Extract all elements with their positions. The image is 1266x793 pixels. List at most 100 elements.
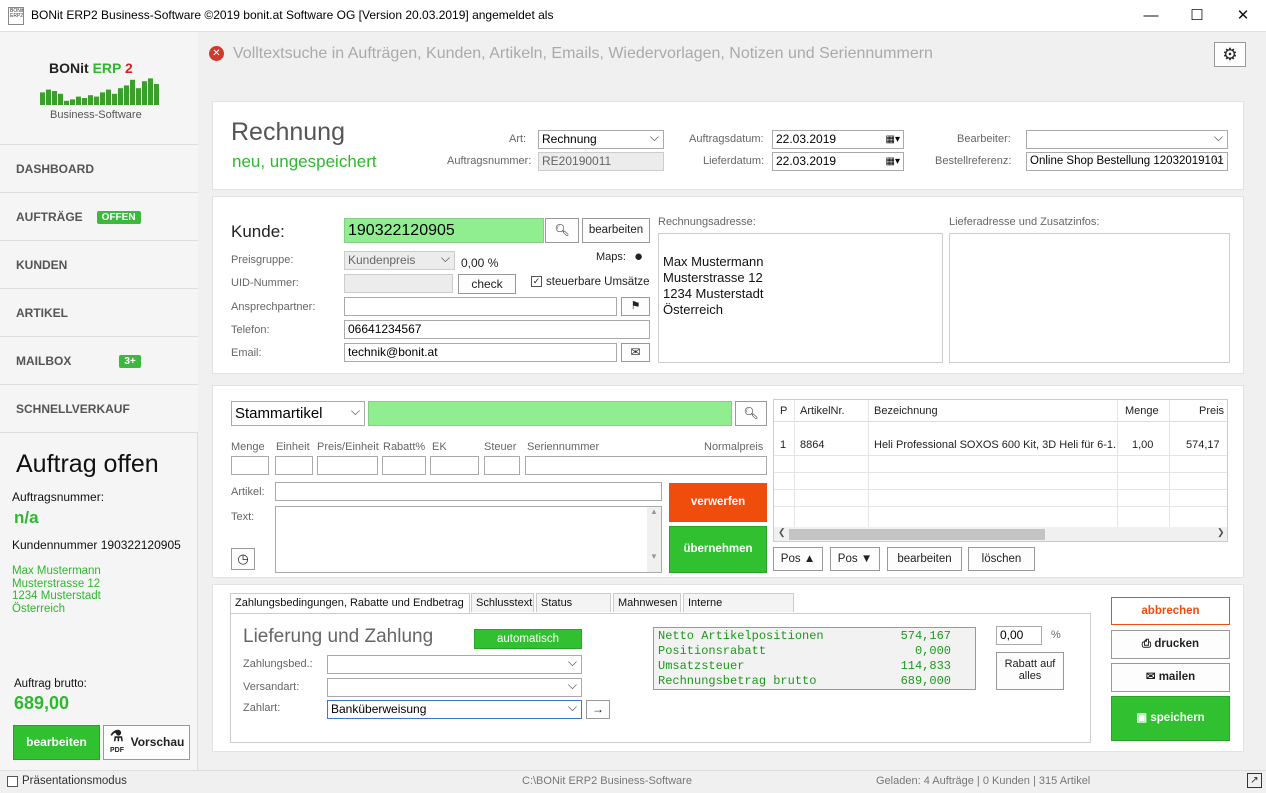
summary-edit-button[interactable]: bearbeiten — [13, 725, 100, 760]
maximize-button[interactable]: ☐ — [1174, 0, 1220, 32]
status-path: C:\BONit ERP2 Business-Software — [522, 775, 692, 787]
resize-icon[interactable]: ↗ — [1247, 773, 1262, 788]
steuer-field[interactable] — [484, 456, 520, 475]
clock-icon[interactable]: ◷ — [231, 548, 255, 570]
tab-mahnwesen[interactable]: Mahnwesen — [613, 593, 681, 612]
col-ek: EK — [432, 441, 447, 453]
sidebar-item-mailbox[interactable]: MAILBOX 3+ — [0, 337, 198, 385]
bestellref-select[interactable]: Online Shop Bestellung 12032019101 — [1026, 152, 1228, 171]
floppy-disk-icon: ▣ — [1136, 712, 1148, 724]
customer-edit-button[interactable]: bearbeiten — [582, 218, 650, 243]
save-button[interactable]: ▣ speichern — [1111, 696, 1230, 741]
brand-bar — [40, 92, 45, 105]
artikel-field[interactable] — [275, 482, 662, 501]
print-button[interactable]: ⎙ drucken — [1111, 630, 1230, 659]
art-select[interactable]: Rechnung — [538, 130, 664, 149]
scrollbar-thumb[interactable] — [789, 529, 1045, 540]
preisgruppe-select[interactable]: Kundenpreis — [344, 251, 455, 270]
telefon-field[interactable]: 06641234567 — [344, 320, 650, 339]
billing-address-box[interactable]: Max Mustermann Musterstrasse 12 1234 Mus… — [658, 233, 943, 363]
item-edit-button[interactable]: bearbeiten — [887, 547, 962, 571]
article-type-select[interactable]: Stammartikel — [231, 401, 365, 426]
delivery-address-box[interactable] — [949, 233, 1230, 363]
billing-label: Rechnungsadresse: — [658, 216, 756, 228]
tab-schlusstext[interactable]: Schlusstext — [471, 593, 534, 612]
discount-field[interactable]: 0,00 — [996, 626, 1042, 645]
uid-label: UID-Nummer: — [231, 277, 299, 289]
zahlart-arrow-button[interactable]: → — [586, 700, 610, 719]
scroll-left-icon[interactable]: ❮ — [778, 527, 786, 538]
versandart-select[interactable] — [327, 678, 582, 697]
customer-search-icon[interactable]: 🔍︎ — [545, 218, 579, 243]
uid-check-button[interactable]: check — [458, 274, 516, 294]
window-title: BONit ERP2 Business-Software ©2019 bonit… — [31, 8, 554, 22]
sidebar-item-auftrge[interactable]: AUFTRÄGE OFFEN — [0, 193, 198, 241]
zahlungsbed-select[interactable] — [327, 655, 582, 674]
minimize-button[interactable]: — — [1128, 0, 1174, 32]
tab-status[interactable]: Status ändern — [536, 593, 611, 627]
calendar-icon[interactable]: ▦▾ — [886, 131, 900, 148]
lieferdatum-label: Lieferdatum: — [703, 155, 765, 167]
search-input[interactable]: Volltextsuche in Aufträgen, Kunden, Arti… — [233, 45, 933, 63]
sidebar-item-schnellverkauf[interactable]: SCHNELLVERKAUF — [0, 385, 198, 433]
col-preis: Preis/Einheit — [317, 441, 379, 453]
mail-button[interactable]: ✉ mailen — [1111, 663, 1230, 692]
close-button[interactable]: ✕ — [1220, 0, 1266, 32]
brand-bar — [112, 93, 117, 105]
preview-button[interactable]: ⚗ PDF Vorschau — [103, 725, 190, 760]
ansprech-field[interactable] — [344, 297, 617, 316]
accept-button[interactable]: übernehmen — [669, 526, 767, 573]
presentation-checkbox[interactable] — [7, 776, 18, 787]
ek-field[interactable] — [430, 456, 479, 475]
settings-gear-icon[interactable]: ⚙ — [1214, 42, 1246, 67]
table-horizontal-scrollbar[interactable]: ❮ ❯ — [774, 527, 1227, 541]
text-scrollbar[interactable]: ▲ ▼ — [647, 507, 661, 572]
customer-number-field[interactable]: 190322120905 — [344, 218, 544, 243]
pos-down-button[interactable]: Pos ▼ — [830, 547, 880, 571]
discard-button[interactable]: verwerfen — [669, 483, 767, 522]
calendar-icon[interactable]: ▦▾ — [886, 153, 900, 170]
totals-row: Netto Artikelpositionen 574,167 — [658, 629, 951, 643]
item-delete-button[interactable]: löschen — [968, 547, 1035, 571]
brand-name: BONit — [49, 60, 89, 76]
uid-field[interactable] — [344, 274, 453, 293]
brand-bars-icon — [40, 78, 159, 105]
sidebar-item-artikel[interactable]: ARTIKEL — [0, 289, 198, 337]
einheit-field[interactable] — [275, 456, 313, 475]
auftragsnr-field[interactable]: RE20190011 — [538, 152, 664, 171]
article-text-area[interactable]: ▲ ▼ — [275, 506, 662, 573]
totals-box: Netto Artikelpositionen 574,167 Positionsr… — [653, 627, 976, 690]
pos-up-button[interactable]: Pos ▲ — [773, 547, 823, 571]
sidebar-item-dashboard[interactable]: DASHBOARD — [0, 145, 198, 193]
col-steuer: Steuer — [484, 441, 517, 453]
zahlart-select[interactable]: Banküberweisung — [327, 700, 582, 719]
clear-search-icon[interactable]: ✕ — [209, 46, 224, 61]
preis-field[interactable] — [317, 456, 378, 475]
taxable-checkbox[interactable]: ✓ — [531, 276, 542, 287]
mail-icon[interactable]: ✉ — [621, 343, 650, 362]
scroll-right-icon[interactable]: ❯ — [1217, 527, 1225, 538]
auto-button[interactable]: automatisch — [474, 629, 582, 649]
bearbeiter-select[interactable] — [1026, 130, 1228, 149]
lieferdatum-picker[interactable]: 22.03.2019 ▦▾ — [772, 152, 904, 171]
cancel-button[interactable]: abbrechen — [1111, 597, 1230, 625]
discount-all-button[interactable]: Rabatt auf alles — [996, 652, 1064, 690]
auftragsdatum-picker[interactable]: 22.03.2019 ▦▾ — [772, 130, 904, 149]
payment-title: Lieferung und Zahlung — [243, 626, 434, 647]
sidebar-item-kunden[interactable]: KUNDEN — [0, 241, 198, 289]
seriennummer-field[interactable] — [525, 456, 767, 475]
email-field[interactable]: technik@bonit.at — [344, 343, 617, 362]
nav-badge: 3+ — [119, 355, 141, 369]
rabatt-field[interactable] — [382, 456, 426, 475]
table-row[interactable]: 1 8864 Heli Professional SOXOS 600 Kit, … — [774, 439, 1227, 455]
article-search-field[interactable] — [368, 401, 732, 426]
map-pin-icon[interactable]: ● — [634, 248, 643, 265]
brand-bar — [64, 100, 69, 105]
article-search-icon[interactable]: 🔍︎ — [735, 401, 767, 426]
auftragsnr-label: Auftragsnummer: — [447, 155, 532, 167]
tab-interne-informationen[interactable]: Interne Informationen — [683, 593, 794, 627]
menge-field[interactable] — [231, 456, 269, 475]
tab-zahlungsbedingungen[interactable]: Zahlungsbedingungen, Rabatte und Endbetr… — [230, 593, 470, 614]
tag-icon[interactable]: ⚑ — [621, 297, 650, 316]
brand-tagline: Business-Software — [50, 109, 142, 121]
